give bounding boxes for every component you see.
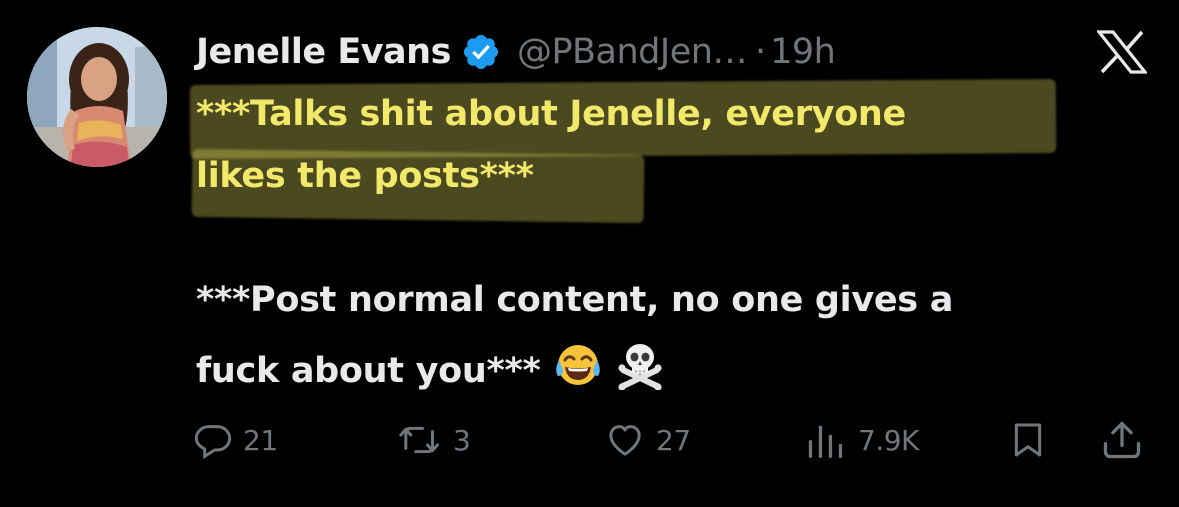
skull-and-crossbones-icon	[615, 340, 665, 390]
like-count: 27	[656, 423, 691, 457]
tweet-text-line: ***Post normal content, no one gives a	[196, 280, 954, 320]
share-button[interactable]	[1100, 412, 1144, 468]
reply-button[interactable]: 21	[193, 412, 278, 468]
tweet-text-line: likes the posts***	[196, 156, 534, 196]
tweet-text-line-with-emoji: fuck about you***	[196, 340, 665, 391]
x-logo	[1095, 30, 1149, 74]
tweet-card[interactable]: Jenelle Evans @PBandJen… · 19h ***Talks …	[0, 0, 1179, 507]
face-with-tears-of-joy-icon	[553, 340, 603, 390]
tweet-header: Jenelle Evans @PBandJen… · 19h	[196, 26, 836, 78]
views-count: 7.9K	[858, 423, 919, 457]
share-upload-icon	[1103, 421, 1141, 459]
tweet-text-line: fuck about you***	[196, 351, 541, 391]
repost-button[interactable]: 3	[397, 412, 471, 468]
separator-dot: ·	[754, 32, 767, 72]
author-display-name[interactable]: Jenelle Evans	[196, 32, 451, 72]
tweet-text-line: ***Talks shit about Jenelle, everyone	[196, 94, 906, 134]
repost-arrows-icon	[399, 426, 439, 454]
bookmark-icon	[1014, 423, 1042, 457]
avatar-image	[27, 27, 167, 167]
tweet-action-bar: 21 3 27 7.9K	[0, 412, 1179, 472]
views-button[interactable]: 7.9K	[802, 412, 919, 468]
speech-bubble-icon	[194, 425, 232, 460]
repost-count: 3	[453, 423, 471, 457]
verified-badge-icon	[461, 32, 501, 72]
bar-chart-icon	[808, 425, 843, 458]
avatar[interactable]	[27, 27, 167, 167]
timestamp[interactable]: 19h	[770, 32, 836, 72]
bookmark-button[interactable]	[1008, 412, 1048, 468]
reply-count: 21	[243, 423, 278, 457]
like-button[interactable]: 27	[604, 412, 691, 468]
heart-icon	[609, 425, 641, 456]
author-handle[interactable]: @PBandJen…	[517, 32, 748, 72]
